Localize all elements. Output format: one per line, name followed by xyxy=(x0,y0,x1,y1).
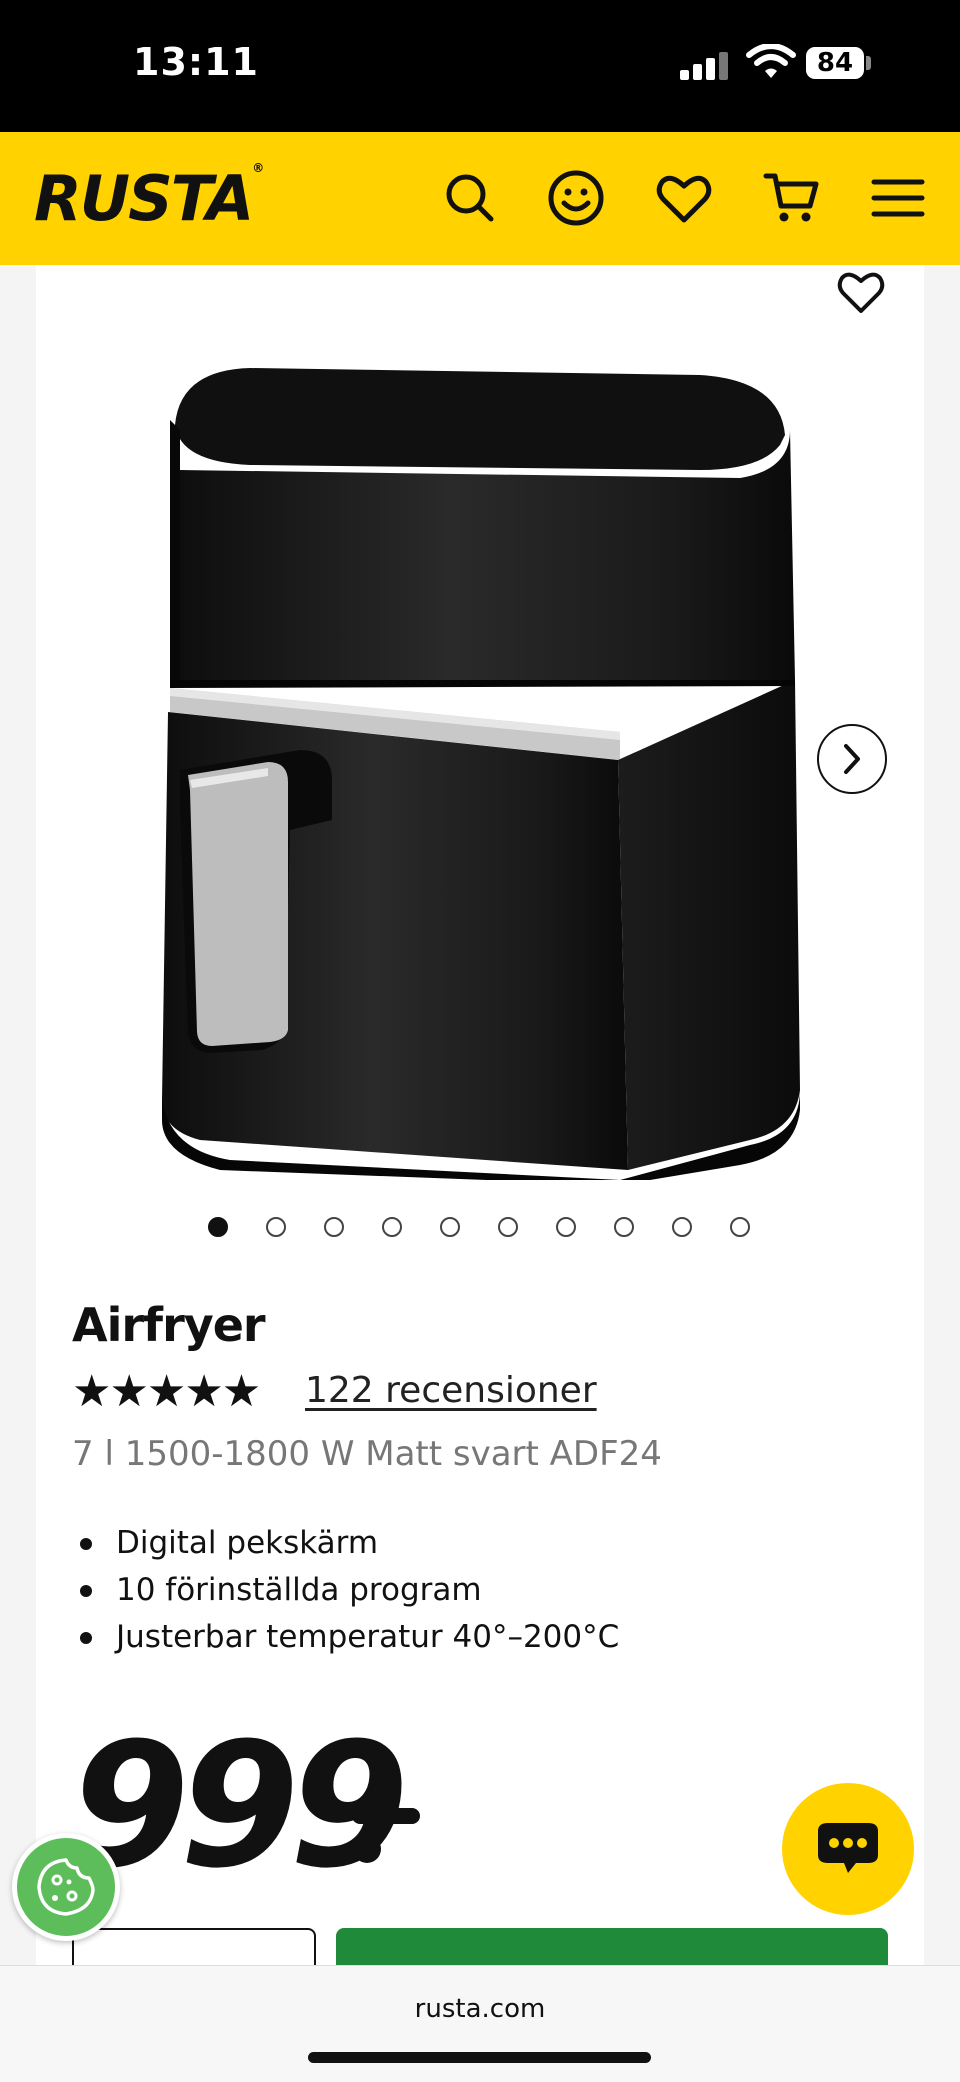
chat-bubble-icon xyxy=(818,1823,878,1873)
reviews-link[interactable]: 122 recensioner xyxy=(305,1370,597,1411)
gallery-dot[interactable] xyxy=(614,1217,634,1237)
price-dot xyxy=(353,1835,381,1863)
wifi-icon xyxy=(746,44,796,78)
gallery-pagination xyxy=(0,1217,960,1241)
url-text: rusta.com xyxy=(414,1994,546,2024)
gallery-dot[interactable] xyxy=(324,1217,344,1237)
feature-item: Digital pekskärm xyxy=(72,1520,619,1567)
gallery-dot[interactable] xyxy=(672,1217,692,1237)
product-price: 999 xyxy=(70,1705,409,1906)
price-dash xyxy=(352,1808,420,1824)
gallery-dot[interactable] xyxy=(556,1217,576,1237)
menu-icon[interactable] xyxy=(868,168,928,228)
product-subtitle: 7 l 1500-1800 W Matt svart ADF24 xyxy=(72,1434,662,1474)
site-header: RUSTA® xyxy=(0,132,960,265)
feature-list: Digital pekskärm 10 förinställda program… xyxy=(72,1520,619,1661)
status-bar: 13:11 84 xyxy=(0,0,960,132)
logo-text: RUSTA xyxy=(34,162,254,235)
heart-icon[interactable] xyxy=(654,168,714,228)
gallery-dot[interactable] xyxy=(498,1217,518,1237)
chat-button[interactable] xyxy=(782,1783,914,1915)
cart-icon[interactable] xyxy=(762,168,822,228)
product-image[interactable] xyxy=(140,340,810,1180)
cookie-settings-button[interactable] xyxy=(12,1833,120,1941)
favorite-heart-icon[interactable] xyxy=(835,265,887,317)
gallery-dot[interactable] xyxy=(382,1217,402,1237)
browser-address-bar[interactable]: rusta.com xyxy=(0,1965,960,2082)
search-icon[interactable] xyxy=(440,168,500,228)
battery-nub xyxy=(866,56,871,70)
gallery-dot[interactable] xyxy=(208,1217,228,1237)
gallery-dot[interactable] xyxy=(440,1217,460,1237)
feature-item: 10 förinställda program xyxy=(72,1567,619,1614)
feature-item: Justerbar temperatur 40°–200°C xyxy=(72,1614,619,1661)
status-time: 13:11 xyxy=(133,40,259,84)
chevron-right-icon xyxy=(844,744,860,774)
home-indicator xyxy=(308,2052,651,2063)
gallery-dot[interactable] xyxy=(266,1217,286,1237)
rusta-logo[interactable]: RUSTA® xyxy=(34,161,264,235)
gallery-dot[interactable] xyxy=(730,1217,750,1237)
account-icon[interactable] xyxy=(546,168,606,228)
rating-stars: ★★★★★ xyxy=(72,1366,261,1417)
cookie-icon xyxy=(37,1858,95,1916)
battery-indicator: 84 xyxy=(806,47,864,79)
logo-registered-mark: ® xyxy=(252,161,264,176)
gallery-next-button[interactable] xyxy=(817,724,887,794)
cellular-signal-icon xyxy=(680,50,730,80)
product-title: Airfryer xyxy=(72,1298,266,1352)
